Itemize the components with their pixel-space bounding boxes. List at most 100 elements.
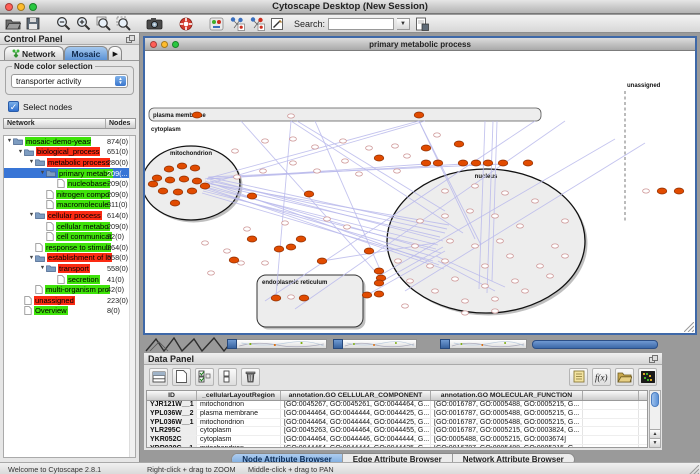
import-attributes-icon[interactable] (615, 368, 634, 386)
network-node-highlighted[interactable] (498, 160, 508, 166)
network-node-highlighted[interactable] (229, 257, 239, 263)
network-node-highlighted[interactable] (523, 160, 533, 166)
tree-expander-icon[interactable]: ▼ (39, 170, 46, 176)
network-node[interactable] (324, 217, 331, 221)
network-node[interactable] (202, 241, 209, 245)
tree-row[interactable]: response to stimulu264(0) (4, 242, 135, 253)
network-node[interactable] (344, 225, 351, 229)
tab-overflow-arrow-icon[interactable]: ▶ (108, 46, 122, 60)
network-node-highlighted[interactable] (304, 191, 314, 197)
network-node[interactable] (262, 261, 269, 265)
network-node-highlighted[interactable] (374, 291, 384, 297)
tree-row[interactable]: macromolecule311(0) (4, 200, 135, 211)
network-node-highlighted[interactable] (148, 181, 158, 187)
network-node-highlighted[interactable] (471, 160, 481, 166)
save-session-icon[interactable] (24, 16, 41, 31)
network-node-highlighted[interactable] (173, 189, 183, 195)
network-node[interactable] (552, 244, 559, 248)
network-node[interactable] (208, 271, 215, 275)
network-node[interactable] (366, 146, 373, 150)
column-header[interactable]: annotation.GO CELLULAR_COMPONENT (281, 391, 431, 400)
search-dropdown-arrow-icon[interactable]: ▼ (397, 18, 410, 30)
network-node[interactable] (497, 239, 504, 243)
network-node-highlighted[interactable] (152, 175, 162, 181)
tree-header-nodes[interactable]: Nodes (105, 119, 130, 128)
tree-row[interactable]: nitrogen compo209(0) (4, 189, 135, 200)
zoom-out-icon[interactable] (55, 16, 72, 31)
network-node[interactable] (462, 299, 469, 303)
network-node-highlighted[interactable] (165, 177, 175, 183)
network-node[interactable] (452, 277, 459, 281)
network-node[interactable] (442, 214, 449, 218)
network-node-highlighted[interactable] (421, 160, 431, 166)
window-resize-grip[interactable] (689, 465, 699, 473)
view-resize-grip[interactable] (684, 322, 694, 332)
network-node[interactable] (643, 189, 650, 193)
unselect-attributes-icon[interactable] (218, 368, 237, 386)
network-node[interactable] (507, 254, 514, 258)
network-node[interactable] (562, 254, 569, 258)
minimized-window[interactable] (440, 339, 527, 349)
network-node-highlighted[interactable] (362, 292, 372, 298)
network-node[interactable] (442, 189, 449, 193)
float-panel-icon[interactable] (649, 355, 658, 363)
scroll-down-icon[interactable]: ▼ (650, 438, 660, 447)
select-attributes-icon[interactable] (195, 368, 214, 386)
tree-row[interactable]: Overview8(0) (4, 306, 135, 317)
snapshot-camera-icon[interactable] (146, 16, 163, 31)
network-node-highlighted[interactable] (374, 280, 384, 286)
minimized-window-bar[interactable] (532, 340, 658, 349)
open-session-icon[interactable] (4, 16, 21, 31)
network-node[interactable] (547, 274, 554, 278)
network-node[interactable] (342, 159, 349, 163)
network-node[interactable] (404, 154, 411, 158)
table-scrollbar-thumb[interactable] (651, 392, 659, 407)
network-node-highlighted[interactable] (414, 112, 424, 118)
network-node[interactable] (234, 175, 241, 179)
network-node-highlighted[interactable] (187, 188, 197, 194)
table-row[interactable]: YJR121W__1mitochondrion[GO:0045267, GO:0… (147, 401, 647, 410)
network-node-highlighted[interactable] (158, 188, 168, 194)
network-node-highlighted[interactable] (192, 112, 202, 118)
delete-attribute-icon[interactable] (241, 368, 260, 386)
tree-row[interactable]: ▼mosaic-demo-yeast874(0) (4, 136, 135, 147)
network-node[interactable] (432, 289, 439, 293)
tree-row[interactable]: ▼metabolic process280(0) (4, 157, 135, 168)
scroll-up-icon[interactable]: ▲ (650, 429, 660, 438)
node-color-dropdown[interactable]: transporter activity ▲▼ (11, 74, 128, 88)
tree-expander-icon[interactable]: ▼ (28, 159, 35, 165)
network-node[interactable] (282, 221, 289, 225)
help-lifesaver-icon[interactable] (177, 16, 194, 31)
network-node-highlighted[interactable] (177, 163, 187, 169)
tree-row[interactable]: ▼establishment of lo558(0) (4, 253, 135, 264)
minimized-window[interactable] (333, 339, 417, 349)
minimized-window[interactable] (227, 339, 327, 349)
tree-expander-icon[interactable]: ▼ (6, 138, 13, 144)
network-node[interactable] (224, 249, 231, 253)
tree-expander-icon[interactable]: ▼ (39, 265, 46, 271)
network-node[interactable] (417, 219, 424, 223)
network-node[interactable] (412, 244, 419, 248)
network-node[interactable] (434, 133, 441, 137)
network-node[interactable] (537, 264, 544, 268)
network-canvas[interactable]: plasma membranecytoplasmmitochondrionnuc… (145, 51, 695, 333)
network-node-highlighted[interactable] (170, 200, 180, 206)
tree-row[interactable]: unassigned223(0) (4, 295, 135, 306)
tree-row[interactable]: secretion41(0) (4, 274, 135, 285)
new-network-icon[interactable] (248, 16, 265, 31)
network-node[interactable] (394, 169, 401, 173)
table-row[interactable]: YPL036W__1mitochondrion[GO:0044464, GO:0… (147, 419, 647, 428)
network-node[interactable] (447, 239, 454, 243)
network-node[interactable] (395, 259, 402, 263)
network-node-highlighted[interactable] (179, 176, 189, 182)
tree-row[interactable]: nucleobase-209(0) (4, 178, 135, 189)
zoom-selected-icon[interactable] (115, 16, 132, 31)
network-node[interactable] (427, 264, 434, 268)
network-node-highlighted[interactable] (200, 183, 210, 189)
tree-expander-icon[interactable]: ▼ (28, 255, 35, 261)
network-node[interactable] (260, 169, 267, 173)
network-node-highlighted[interactable] (192, 178, 202, 184)
network-node[interactable] (356, 172, 363, 176)
network-node[interactable] (512, 279, 519, 283)
tree-row[interactable]: ▼transport558(0) (4, 263, 135, 274)
